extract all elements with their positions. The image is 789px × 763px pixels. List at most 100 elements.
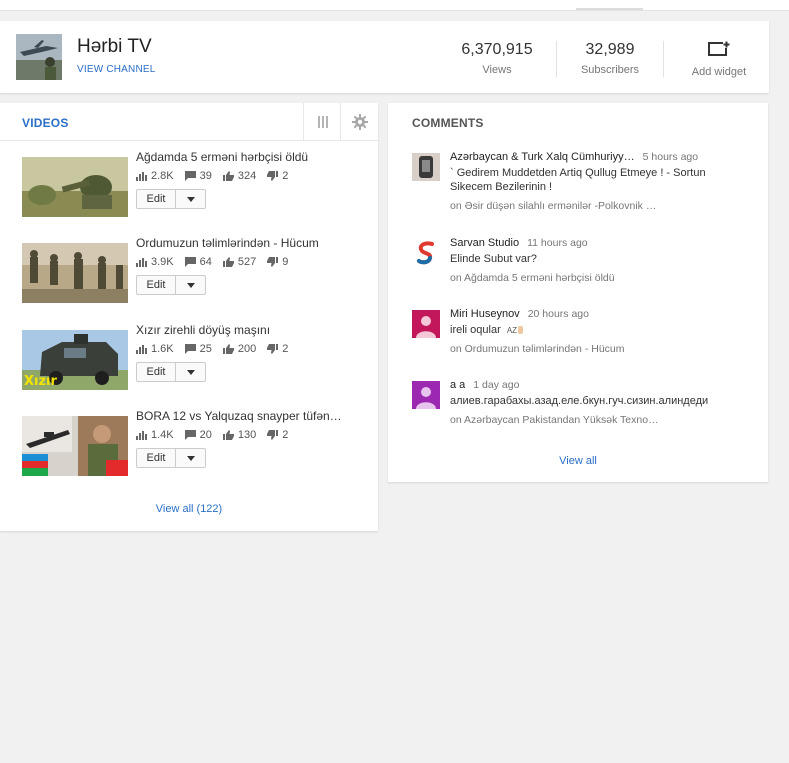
video-comments: 64 — [199, 256, 212, 268]
thumbs-down-icon — [267, 430, 279, 440]
video-title[interactable]: Xızır zirehli döyüş maşını — [136, 323, 361, 337]
edit-dropdown-button[interactable] — [176, 363, 205, 381]
view-channel-link[interactable]: VIEW CHANNEL — [77, 64, 156, 75]
comment-meta: a a 1 day ago — [450, 379, 519, 391]
comments-view-all-link[interactable]: View all — [388, 455, 768, 467]
video-dislikes: 2 — [282, 343, 289, 355]
video-thumbnail[interactable] — [22, 157, 128, 217]
video-views: 1.6K — [151, 343, 174, 355]
video-comments: 39 — [199, 170, 212, 182]
commenter-avatar[interactable] — [412, 239, 440, 267]
edit-button-group: Edit — [136, 189, 206, 209]
video-likes: 527 — [237, 256, 257, 268]
comment-author[interactable]: Sarvan Studio — [450, 237, 519, 249]
video-item: BORA 12 vs Yalquzaq snayper tüfən… 1.4K … — [22, 409, 362, 485]
dropdown-arrow-icon — [186, 282, 195, 288]
comment-time: 1 day ago — [473, 379, 520, 391]
stat-divider — [556, 41, 557, 77]
comment-icon — [184, 257, 196, 267]
flag-badge: AZ — [506, 326, 518, 335]
edit-button[interactable]: Edit — [137, 449, 176, 467]
video-stats: 1.4K 20 130 2 — [136, 429, 299, 441]
commenter-avatar[interactable] — [412, 381, 440, 409]
views-icon — [136, 431, 147, 440]
videos-header: VIDEOS — [0, 103, 378, 141]
comment-icon — [184, 344, 196, 354]
thumbs-up-icon — [222, 171, 234, 181]
dropdown-arrow-icon — [186, 196, 195, 202]
comment-meta: Miri Huseynov 20 hours ago — [450, 308, 589, 320]
views-label: Views — [482, 64, 512, 76]
comment-video-link[interactable]: on Ağdamda 5 erməni hərbçisi öldü — [450, 272, 750, 284]
video-comments: 25 — [199, 343, 212, 355]
videos-card: VIDEOS Ağdamda 5 erməni hərbçisi öldü 2.… — [0, 103, 378, 531]
video-likes: 324 — [237, 170, 257, 182]
top-strip — [0, 0, 789, 11]
comment-text: ` Gedirem Muddetden Artiq Qullug Etmeye … — [450, 167, 706, 193]
comment-meta: Azərbaycan & Turk Xalq Cümhuriyy… 5 hours… — [450, 151, 698, 163]
edit-button[interactable]: Edit — [137, 190, 176, 208]
video-title[interactable]: BORA 12 vs Yalquzaq snayper tüfən… — [136, 409, 361, 423]
video-thumbnail[interactable]: Xızır — [22, 330, 128, 390]
gear-icon — [351, 113, 368, 130]
edit-button-group: Edit — [136, 448, 206, 468]
channel-avatar[interactable] — [16, 34, 62, 80]
drag-handle-icon — [317, 115, 328, 128]
edit-button[interactable]: Edit — [137, 363, 176, 381]
video-likes: 130 — [237, 429, 257, 441]
edit-dropdown-button[interactable] — [176, 449, 205, 467]
comment-author[interactable]: Miri Huseynov — [450, 308, 520, 320]
video-views: 1.4K — [151, 429, 174, 441]
hand-emoji-icon — [518, 326, 524, 334]
commenter-avatar[interactable] — [412, 153, 440, 181]
thumbs-up-icon — [222, 430, 234, 440]
edit-button-group: Edit — [136, 275, 206, 295]
video-views: 2.8K — [151, 170, 174, 182]
video-title[interactable]: Ordumuzun təlimlərindən - Hücum — [136, 236, 361, 250]
comments-card: COMMENTS Azərbaycan & Turk Xalq Cümhuriy… — [388, 103, 768, 482]
video-comments: 20 — [199, 429, 212, 441]
videos-title[interactable]: VIDEOS — [22, 116, 69, 130]
comment-video-link[interactable]: on Azərbaycan Pakistandan Yüksək Texno… — [450, 414, 750, 426]
comments-title: COMMENTS — [412, 116, 484, 130]
video-item: Ordumuzun təlimlərindən - Hücum 3.9K 64 … — [22, 236, 362, 312]
views-count: 6,370,915 — [461, 41, 533, 58]
comment-text: ireli oqular AZ — [450, 323, 750, 338]
comment-meta: Sarvan Studio 11 hours ago — [450, 237, 588, 249]
thumbs-down-icon — [267, 257, 279, 267]
edit-dropdown-button[interactable] — [176, 276, 205, 294]
stat-divider — [663, 41, 664, 77]
edit-button[interactable]: Edit — [137, 276, 176, 294]
video-stats: 2.8K 39 324 2 — [136, 170, 299, 182]
thumbs-down-icon — [267, 344, 279, 354]
channel-title: Hərbi TV — [77, 36, 152, 57]
edit-button-group: Edit — [136, 362, 206, 382]
add-widget-icon — [708, 41, 730, 56]
comment-author[interactable]: Azərbaycan & Turk Xalq Cümhuriyy… — [450, 151, 635, 163]
comment-time: 11 hours ago — [527, 237, 588, 249]
video-thumbnail[interactable] — [22, 243, 128, 303]
settings-button[interactable] — [340, 103, 378, 140]
comment-author[interactable]: a a — [450, 379, 465, 391]
comment-video-link[interactable]: on Əsir düşən silahlı ermənilər -Polkovn… — [450, 200, 750, 212]
channel-header-card: Hərbi TV VIEW CHANNEL 6,370,915 Views 32… — [0, 21, 769, 93]
thumbnail-caption: Xızır — [24, 374, 57, 389]
add-widget-button[interactable]: Add widget — [680, 41, 758, 78]
views-icon — [136, 172, 147, 181]
video-title[interactable]: Ağdamda 5 erməni hərbçisi öldü — [136, 150, 361, 164]
thumbs-up-icon — [222, 257, 234, 267]
subscribers-stat: 32,989 Subscribers — [571, 41, 649, 76]
videos-view-all-link[interactable]: View all (122) — [0, 503, 378, 515]
video-likes: 200 — [237, 343, 257, 355]
comment-time: 5 hours ago — [642, 151, 699, 163]
drag-handle-button[interactable] — [303, 103, 341, 140]
edit-dropdown-button[interactable] — [176, 190, 205, 208]
comment-video-link[interactable]: on Ordumuzun təlimlərindən - Hücum — [450, 343, 750, 355]
views-icon — [136, 258, 147, 267]
dropdown-arrow-icon — [186, 455, 195, 461]
subscribers-count: 32,989 — [585, 41, 635, 58]
video-stats: 3.9K 64 527 9 — [136, 256, 299, 268]
commenter-avatar[interactable] — [412, 310, 440, 338]
video-thumbnail[interactable] — [22, 416, 128, 476]
comment-text: Elinde Subut var? — [450, 253, 537, 265]
